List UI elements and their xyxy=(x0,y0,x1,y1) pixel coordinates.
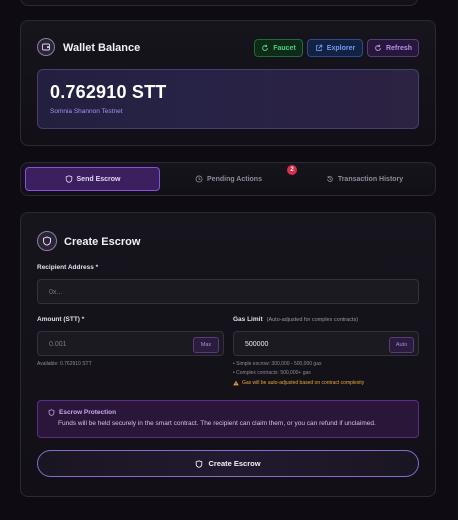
wallet-balance-card: Wallet Balance Faucet Explorer Refresh 0… xyxy=(20,20,436,146)
gas-limit-sublabel: (Auto-adjusted for complex contracts) xyxy=(266,317,359,323)
tab-pending-actions[interactable]: Pending Actions xyxy=(161,167,296,191)
shield-icon xyxy=(65,175,72,183)
gas-limit-input[interactable] xyxy=(243,332,358,357)
refresh-button[interactable]: Refresh xyxy=(367,39,419,57)
max-button[interactable]: Max xyxy=(193,337,219,353)
history-icon xyxy=(327,176,333,182)
refresh-icon xyxy=(375,44,381,51)
create-escrow-title: Create Escrow xyxy=(64,236,141,248)
protection-text: Funds will be held securely in the smart… xyxy=(58,420,376,427)
available-balance: Available: 0.762910 STT xyxy=(37,361,92,367)
escrow-shield-icon xyxy=(37,231,57,251)
balance-amount: 0.762910 STT xyxy=(50,82,167,102)
auto-button[interactable]: Auto xyxy=(389,337,414,353)
recipient-input[interactable] xyxy=(47,280,355,305)
explorer-button[interactable]: Explorer xyxy=(307,39,363,57)
recipient-field xyxy=(37,279,419,305)
warning-icon xyxy=(233,380,239,386)
faucet-label: Faucet xyxy=(273,44,296,52)
gas-hint-complex: • Complex contracts: 500,000+ gas xyxy=(233,370,311,376)
protection-title: Escrow Protection xyxy=(48,409,116,416)
gas-hint-simple: • Simple escrow: 300,000 - 500,000 gas xyxy=(233,361,322,367)
amount-input[interactable] xyxy=(47,332,162,357)
gas-warning: Gas will be auto-adjusted based on contr… xyxy=(233,380,364,386)
explorer-label: Explorer xyxy=(326,44,356,52)
amount-label: Amount (STT) * xyxy=(37,316,85,323)
balance-panel: 0.762910 STT Somnia Shannon Testnet xyxy=(37,69,419,129)
tab-pending-label: Pending Actions xyxy=(207,175,262,183)
wallet-title: Wallet Balance xyxy=(63,42,141,54)
previous-card-edge xyxy=(20,0,418,6)
create-escrow-card: Create Escrow Recipient Address * Amount… xyxy=(20,212,436,497)
create-escrow-button[interactable]: Create Escrow xyxy=(37,450,419,477)
tab-send-label: Send Escrow xyxy=(76,175,121,183)
gas-limit-label: Gas Limit (Auto-adjusted for complex cont… xyxy=(233,316,358,323)
faucet-button[interactable]: Faucet xyxy=(254,39,303,57)
escrow-protection-notice: Escrow Protection Funds will be held sec… xyxy=(37,400,419,438)
pending-count-badge: 2 xyxy=(287,165,297,175)
tab-transaction-history[interactable]: Transaction History xyxy=(297,167,432,191)
recipient-label: Recipient Address * xyxy=(37,264,99,271)
clock-icon xyxy=(195,175,203,183)
shield-icon xyxy=(48,409,55,416)
external-link-icon xyxy=(315,44,323,51)
shield-icon xyxy=(196,459,203,468)
tab-send-escrow[interactable]: Send Escrow xyxy=(25,167,160,191)
protection-title-text: Escrow Protection xyxy=(59,409,117,416)
network-name: Somnia Shannon Testnet xyxy=(50,108,123,115)
gas-limit-field: Auto xyxy=(233,331,419,357)
gas-limit-title: Gas Limit xyxy=(233,316,263,323)
refresh-label: Refresh xyxy=(385,44,413,52)
wallet-icon xyxy=(37,38,55,56)
amount-field: Max xyxy=(37,331,224,357)
tab-bar: Send Escrow Pending Actions 2 Transactio… xyxy=(20,162,436,196)
gas-warning-text: Gas will be auto-adjusted based on contr… xyxy=(242,380,365,386)
create-escrow-label: Create Escrow xyxy=(208,459,261,468)
faucet-icon xyxy=(262,44,269,51)
tab-history-label: Transaction History xyxy=(337,175,404,183)
